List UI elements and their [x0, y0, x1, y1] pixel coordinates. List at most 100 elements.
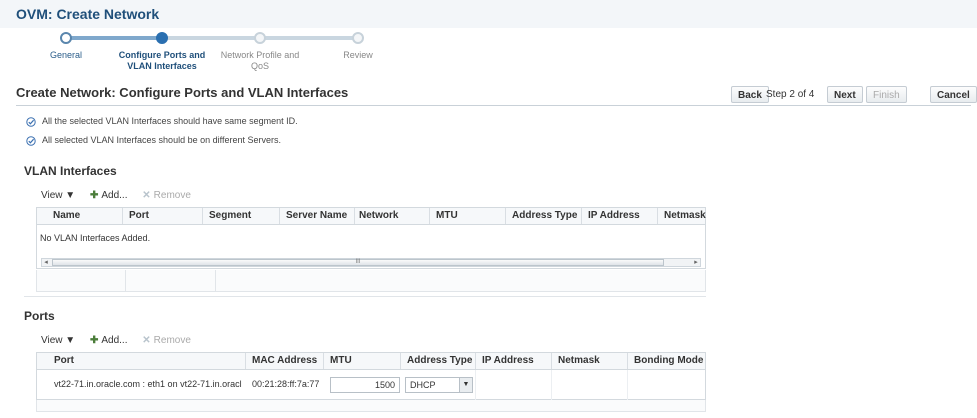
col-divider [581, 208, 582, 224]
vlan-remove-button: ✕ Remove [142, 190, 191, 201]
scroll-thumb[interactable]: III [52, 259, 664, 266]
train-connector-1 [68, 36, 158, 40]
train-step-network-profile-icon [254, 32, 266, 44]
vlan-view-menu[interactable]: View ▼ [41, 190, 75, 201]
col-divider [429, 208, 430, 224]
col-network[interactable]: Network [359, 208, 398, 224]
col-ip-address[interactable]: IP Address [482, 353, 534, 369]
vlan-horizontal-scrollbar[interactable]: ◂ III ▸ [41, 258, 701, 267]
train-step-configure: Configure Ports and VLAN Interfaces [112, 50, 212, 72]
scroll-right-icon[interactable]: ▸ [692, 259, 700, 266]
vlan-remove-label: Remove [153, 190, 191, 201]
address-type-value: DHCP [410, 380, 436, 390]
section-divider [24, 296, 706, 297]
col-divider [627, 353, 628, 369]
train-step-configure-icon [156, 32, 168, 44]
col-divider [505, 208, 506, 224]
vlan-add-label: Add... [101, 190, 128, 201]
ports-remove-label: Remove [153, 335, 191, 346]
info-message-text: All selected VLAN Interfaces should be o… [42, 135, 281, 145]
vlan-empty-text: No VLAN Interfaces Added. [40, 233, 151, 243]
info-message-text: All the selected VLAN Interfaces should … [42, 116, 298, 126]
train-step-label: VLAN Interfaces [127, 61, 197, 71]
col-mtu[interactable]: MTU [436, 208, 458, 224]
col-divider [400, 353, 401, 369]
page-title: OVM: Create Network [16, 6, 160, 22]
col-address-type[interactable]: Address Type [407, 353, 472, 369]
col-segment[interactable]: Segment [209, 208, 251, 224]
col-address-type[interactable]: Address Type [512, 208, 577, 224]
ports-table-footer [36, 400, 706, 412]
col-divider [551, 370, 552, 400]
ports-table: Port MAC Address MTU Address Type IP Add… [36, 352, 706, 401]
col-divider [125, 270, 126, 292]
vlan-toolbar: View ▼ ✚ Add... ✕ Remove [41, 190, 203, 201]
col-divider [202, 208, 203, 224]
ports-remove-button: ✕ Remove [142, 335, 191, 346]
vlan-table: Name Port Segment Server Name Network MT… [36, 207, 706, 269]
mac-cell: 00:21:28:ff:7a:77 [252, 379, 320, 389]
header-divider [16, 105, 971, 106]
check-icon [26, 135, 36, 146]
page-header: Create Network: Configure Ports and VLAN… [16, 85, 349, 100]
col-mac-address[interactable]: MAC Address [252, 353, 317, 369]
train-step-review: Review [308, 50, 408, 61]
ports-toolbar: View ▼ ✚ Add... ✕ Remove [41, 335, 203, 346]
col-name[interactable]: Name [53, 208, 80, 224]
info-message: All the selected VLAN Interfaces should … [26, 116, 298, 127]
col-divider [354, 208, 355, 224]
col-bonding-mode[interactable]: Bonding Mode [634, 353, 703, 369]
ports-view-menu[interactable]: View ▼ [41, 335, 75, 346]
ports-table-header [37, 353, 705, 370]
col-port[interactable]: Port [54, 353, 74, 369]
port-cell: vt22-71.in.oracle.com : eth1 on vt22-71.… [54, 379, 242, 389]
col-divider [215, 270, 216, 292]
col-ip-address[interactable]: IP Address [588, 208, 640, 224]
col-divider [475, 353, 476, 369]
train-step-network-profile: Network Profile and QoS [210, 50, 310, 72]
col-divider [323, 353, 324, 369]
ports-section-title: Ports [24, 309, 55, 323]
col-divider [245, 353, 246, 369]
next-button[interactable]: Next [827, 86, 863, 103]
train-connector-2 [166, 36, 256, 40]
col-mtu[interactable]: MTU [330, 353, 352, 369]
mtu-input[interactable]: 1500 [330, 377, 400, 393]
vlan-section-title: VLAN Interfaces [24, 164, 117, 178]
scroll-left-icon[interactable]: ◂ [42, 259, 50, 266]
train-step-label: QoS [250, 61, 269, 71]
ports-add-label: Add... [101, 335, 128, 346]
back-button[interactable]: Back [731, 86, 769, 103]
scroll-grip: III [355, 259, 361, 265]
col-port[interactable]: Port [129, 208, 149, 224]
ports-add-button[interactable]: ✚ Add... [90, 335, 128, 346]
train-step-general[interactable]: General [16, 50, 116, 61]
address-type-select[interactable]: DHCP ▼ [405, 377, 473, 393]
train-connector-3 [264, 36, 354, 40]
train-step-label: Network Profile and [220, 50, 300, 60]
col-divider [627, 370, 628, 400]
col-divider [551, 353, 552, 369]
train-step-label: Review [343, 50, 373, 60]
remove-icon: ✕ [142, 190, 151, 201]
train-step-label: Configure Ports and [118, 50, 206, 60]
info-message: All selected VLAN Interfaces should be o… [26, 135, 281, 146]
col-divider [122, 208, 123, 224]
add-icon: ✚ [89, 190, 99, 201]
col-netmask[interactable]: Netmask [558, 353, 600, 369]
train-step-general-icon[interactable] [60, 32, 72, 44]
col-server-name[interactable]: Server Name [286, 208, 347, 224]
col-divider [475, 370, 476, 400]
vlan-add-button[interactable]: ✚ Add... [90, 190, 128, 201]
remove-icon: ✕ [142, 335, 151, 346]
finish-button: Finish [866, 86, 907, 103]
chevron-down-icon[interactable]: ▼ [459, 378, 472, 392]
check-icon [26, 116, 36, 127]
add-icon: ✚ [89, 335, 99, 346]
col-netmask[interactable]: Netmask [664, 208, 706, 224]
cancel-button[interactable]: Cancel [930, 86, 977, 103]
train-step-label: General [49, 50, 83, 60]
train-step-review-icon [352, 32, 364, 44]
table-row[interactable]: vt22-71.in.oracle.com : eth1 on vt22-71.… [37, 370, 705, 401]
vlan-table-footer [36, 270, 706, 292]
